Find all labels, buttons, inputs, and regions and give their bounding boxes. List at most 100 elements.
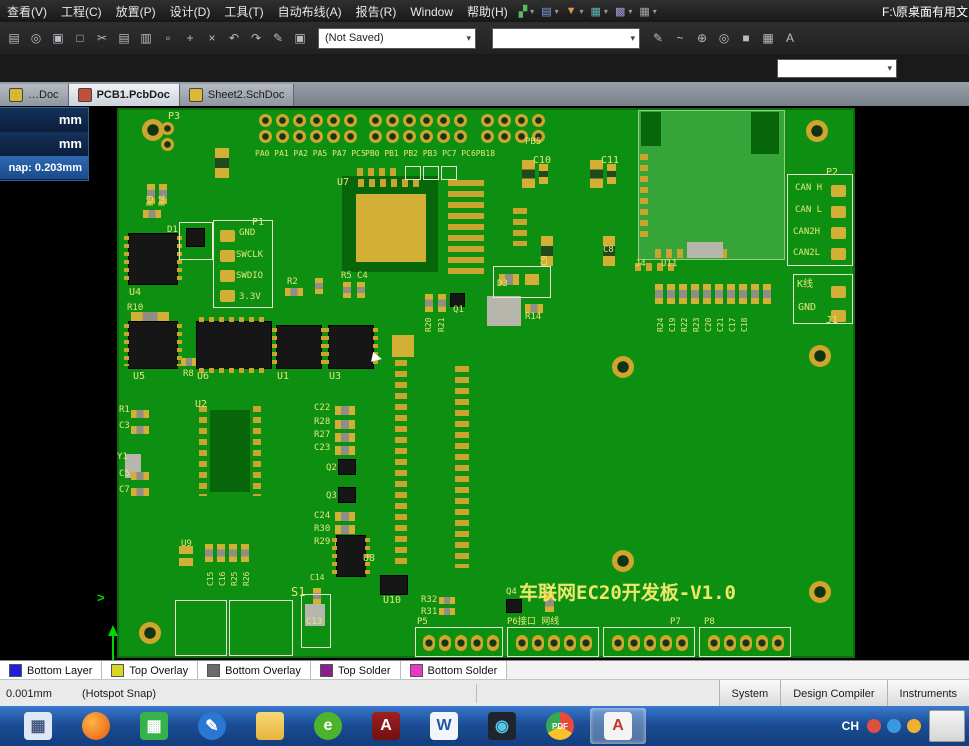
grid-icon[interactable]: ▦▾	[637, 5, 656, 18]
pad[interactable]	[327, 130, 340, 143]
pad[interactable]	[423, 635, 435, 651]
panel-button-0[interactable]: System	[719, 680, 781, 707]
net-color-icon[interactable]: ▦▾	[589, 5, 608, 18]
menu-item-8[interactable]: 帮助(H)	[460, 5, 515, 19]
pad[interactable]	[831, 227, 846, 239]
pad[interactable]	[831, 286, 846, 298]
p3-pads[interactable]	[159, 120, 176, 152]
layer-tab-1[interactable]: Top Overlay	[102, 661, 198, 680]
pad[interactable]	[471, 635, 483, 651]
pad[interactable]	[276, 114, 289, 127]
wand-icon[interactable]: ✎	[268, 28, 288, 48]
chevron-down-icon[interactable]: ▾	[626, 33, 639, 44]
menu-item-6[interactable]: 报告(R)	[349, 5, 404, 19]
p2-pads[interactable]	[829, 180, 848, 264]
menu-item-0[interactable]: 查看(V)	[0, 5, 54, 19]
layout-paste-icon-caret[interactable]: ▾	[555, 7, 559, 16]
pad[interactable]	[831, 185, 846, 197]
room-icon-caret[interactable]: ▾	[628, 7, 632, 16]
pad[interactable]	[481, 130, 494, 143]
pcb-part-ic[interactable]	[329, 326, 373, 368]
pad[interactable]	[516, 635, 528, 651]
pcb-part-outline[interactable]	[441, 166, 457, 180]
taskbar-app-firefox[interactable]	[68, 708, 124, 744]
draw-line-icon[interactable]: ✎	[648, 28, 668, 48]
layer-tab-4[interactable]: Bottom Solder	[401, 661, 508, 680]
document-tab-0[interactable]: …Doc	[0, 84, 69, 106]
move-icon[interactable]: +	[180, 28, 200, 48]
secondary-dropdown[interactable]: ▾	[777, 59, 897, 78]
pad[interactable]	[420, 130, 433, 143]
p8-pads[interactable]	[706, 633, 786, 652]
pcb-part-ic[interactable]	[129, 234, 177, 284]
pad[interactable]	[612, 635, 624, 651]
taskbar-app-word[interactable]: W	[416, 708, 472, 744]
pcb-part-outline[interactable]	[423, 166, 439, 180]
pad[interactable]	[515, 130, 528, 143]
document-tab-1[interactable]: PCB1.PcbDoc	[69, 84, 180, 106]
pcb-part-ic[interactable]	[277, 326, 321, 368]
menu-item-3[interactable]: 设计(D)	[163, 5, 218, 19]
pcb-part-ic[interactable]	[339, 488, 355, 502]
pad[interactable]	[487, 635, 499, 651]
p7-pads[interactable]	[610, 633, 690, 652]
pcb-canvas[interactable]: P3PA0 PA1 PA2 PA5 PA7 PC5PB0 PB1 PB2 PB3…	[0, 106, 969, 660]
pcb-part-ic[interactable]	[337, 536, 365, 576]
pad[interactable]	[344, 114, 357, 127]
pcb-part-ic[interactable]	[129, 322, 177, 368]
pad[interactable]	[515, 114, 528, 127]
pcb-part-ic[interactable]	[451, 294, 464, 306]
pad[interactable]	[454, 114, 467, 127]
pcb-board[interactable]: P3PA0 PA1 PA2 PA5 PA7 PC5PB0 PB1 PB2 PB3…	[117, 108, 855, 658]
layer-tab-3[interactable]: Top Solder	[311, 661, 401, 680]
quick-route-icon-caret[interactable]: ▾	[530, 7, 534, 16]
pad[interactable]	[437, 114, 450, 127]
header-pa[interactable]	[257, 112, 359, 144]
paste-icon[interactable]: ▥	[136, 28, 156, 48]
pad[interactable]	[831, 206, 846, 218]
fill-icon[interactable]: ■	[736, 28, 756, 48]
pcb-part-outline[interactable]	[405, 166, 421, 180]
taskbar-app-pdf[interactable]: PDF	[532, 708, 588, 744]
pad[interactable]	[498, 130, 511, 143]
tray-icon-blue[interactable]	[887, 719, 901, 733]
pad[interactable]	[831, 310, 846, 322]
pad[interactable]	[437, 130, 450, 143]
language-indicator[interactable]: CH	[842, 719, 859, 733]
p5-pads[interactable]	[421, 633, 501, 652]
capture-icon[interactable]: ▣	[290, 28, 310, 48]
pad[interactable]	[439, 635, 451, 651]
zoom-fit-icon[interactable]: □	[70, 28, 90, 48]
redo-icon[interactable]: ↷	[246, 28, 266, 48]
grid-icon-caret[interactable]: ▾	[653, 7, 657, 16]
zoom-document-icon[interactable]: ◎	[26, 28, 46, 48]
pad[interactable]	[498, 114, 511, 127]
pad[interactable]	[403, 114, 416, 127]
pad[interactable]	[420, 114, 433, 127]
taskbar-app-adobe[interactable]: A	[358, 708, 414, 744]
donut-icon[interactable]: ◎	[714, 28, 734, 48]
document-tab-2[interactable]: Sheet2.SchDoc	[180, 84, 294, 106]
p6-pads[interactable]	[514, 633, 594, 652]
net-color-icon-caret[interactable]: ▾	[604, 7, 608, 16]
zoom-area-icon[interactable]: ▣	[48, 28, 68, 48]
pad[interactable]	[532, 130, 545, 143]
pad[interactable]	[580, 635, 592, 651]
pad[interactable]	[708, 635, 720, 651]
tray-icon-red[interactable]	[867, 719, 881, 733]
pcb-part-outline[interactable]	[493, 266, 551, 298]
layer-tab-2[interactable]: Bottom Overlay	[198, 661, 311, 680]
panel-button-2[interactable]: Instruments	[887, 680, 969, 707]
pcb-part-ic[interactable]	[381, 576, 407, 594]
pad[interactable]	[628, 635, 640, 651]
pad[interactable]	[740, 635, 752, 651]
pad[interactable]	[481, 114, 494, 127]
j1-pads[interactable]	[829, 280, 848, 328]
pad[interactable]	[386, 130, 399, 143]
pad[interactable]	[293, 130, 306, 143]
pad[interactable]	[676, 635, 688, 651]
taskbar-app-folder[interactable]	[242, 708, 298, 744]
pad[interactable]	[161, 122, 174, 135]
new-document-icon[interactable]: ▤	[4, 28, 24, 48]
pcb-part-ic[interactable]	[507, 600, 521, 612]
